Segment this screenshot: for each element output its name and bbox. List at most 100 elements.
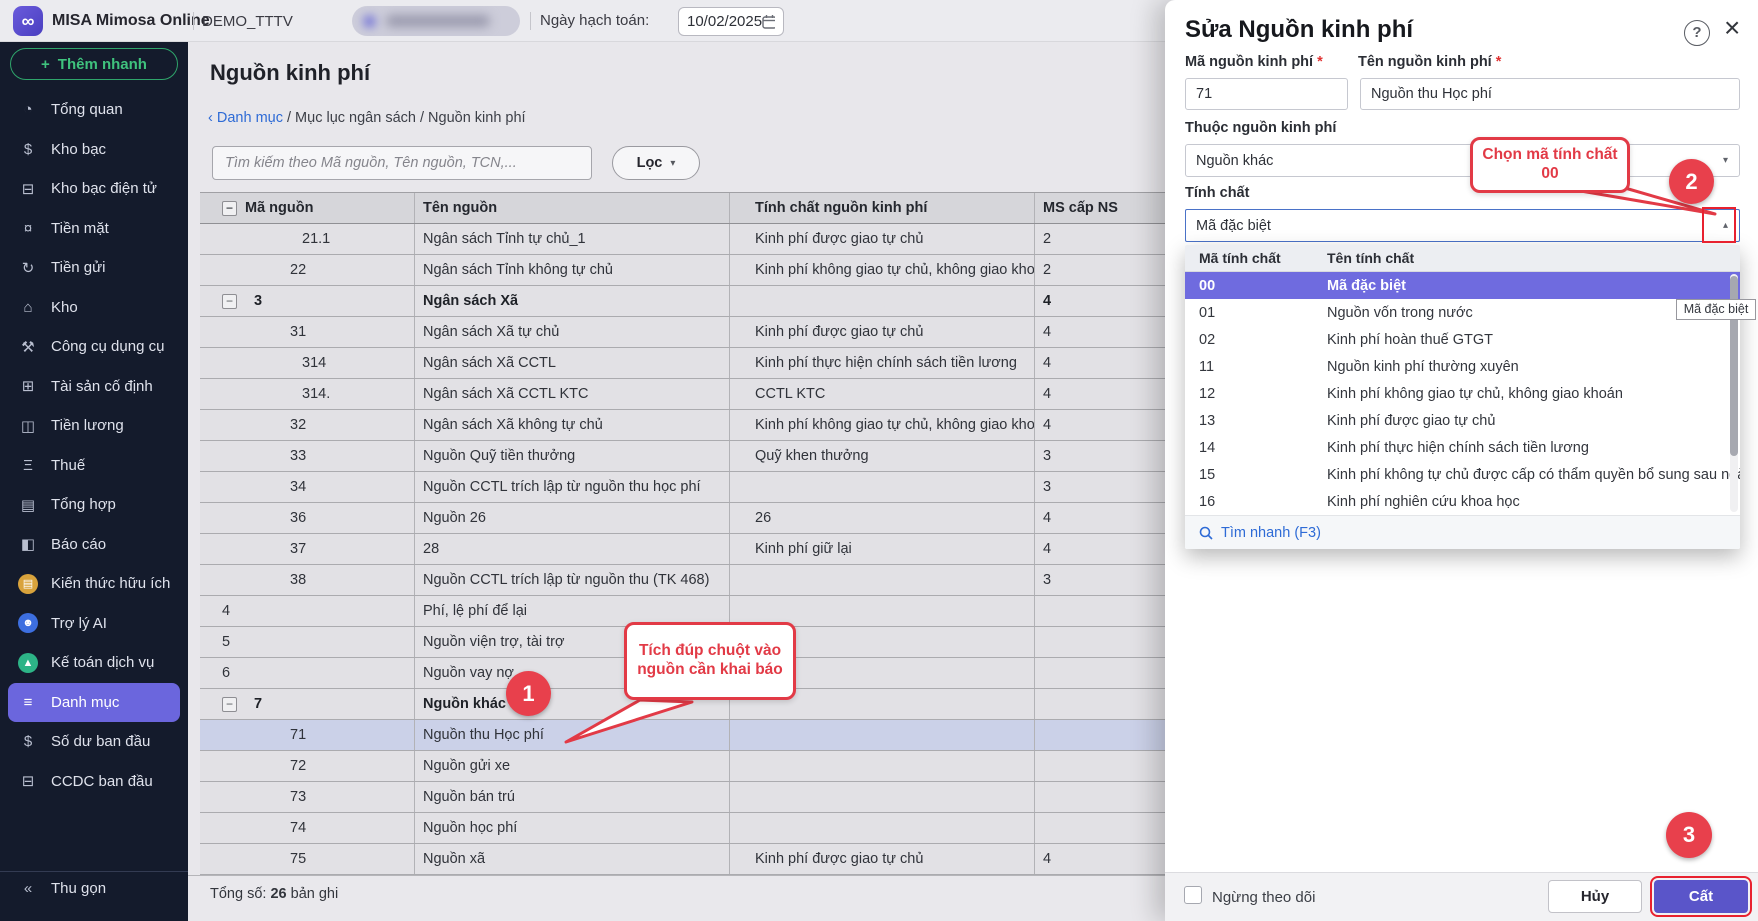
name-field[interactable] — [1360, 78, 1740, 110]
filter-button[interactable]: Lọc ▾ — [612, 146, 700, 180]
sidebar-item[interactable]: ≡ Danh mục — [8, 683, 180, 723]
table-row[interactable]: − 32 Ngân sách Xã không tự chủ Kinh phí … — [200, 410, 1260, 441]
dropdown-option[interactable]: 14 Kinh phí thực hiện chính sách tiền lư… — [1185, 434, 1740, 461]
dropdown-option[interactable]: 00 Mã đặc biệt — [1185, 272, 1740, 299]
collapse-row-icon[interactable]: − — [222, 294, 237, 309]
source-name: Ngân sách Xã tự chủ — [423, 324, 559, 340]
table-row[interactable]: − 38 Nguồn CCTL trích lập từ nguồn thu (… — [200, 565, 1260, 596]
option-name: Kinh phí không tự chủ được cấp có thẩm q… — [1327, 467, 1740, 483]
column-header: Tính chất nguồn kinh phí — [730, 193, 1035, 223]
dropdown-option[interactable]: 16 Kinh phí nghiên cứu khoa học — [1185, 488, 1740, 515]
table-row[interactable]: − 75 Nguồn xã Kinh phí được giao tự chủ … — [200, 844, 1260, 875]
option-name: Kinh phí nghiên cứu khoa học — [1327, 494, 1740, 510]
dropdown-option[interactable]: 01 Nguồn vốn trong nước — [1185, 299, 1740, 326]
dropdown-option[interactable]: 11 Nguồn kinh phí thường xuyên — [1185, 353, 1740, 380]
dropdown-option[interactable]: 12 Kinh phí không giao tự chủ, không gia… — [1185, 380, 1740, 407]
table-row[interactable]: − 33 Nguồn Quỹ tiền thưởng Quỹ khen thưở… — [200, 441, 1260, 472]
table-row[interactable]: − 314. Ngân sách Xã CCTL KTC CCTL KTC 4 — [200, 379, 1260, 410]
sidebar-item[interactable]: ↻ Tiền gửi — [0, 248, 188, 288]
step3-badge: 3 — [1666, 812, 1712, 858]
back-chevron-icon: ‹ — [208, 110, 213, 126]
sidebar-item[interactable]: ⌂ Kho — [0, 288, 188, 328]
source-name: Nguồn xã — [423, 851, 485, 867]
table-row[interactable]: − 37 28 Kinh phí giữ lại 4 — [200, 534, 1260, 565]
sidebar-item-icon: $ — [18, 141, 38, 158]
table-row[interactable]: − 314 Ngân sách Xã CCTL Kinh phí thực hi… — [200, 348, 1260, 379]
sidebar-item[interactable]: ◧ Báo cáo — [0, 525, 188, 565]
table-row[interactable]: − 36 Nguồn 26 26 4 — [200, 503, 1260, 534]
sidebar-item-icon: ⌂ — [18, 299, 38, 316]
tenant-name: DEMO_TTTV — [202, 13, 293, 30]
help-icon[interactable]: ? — [1684, 20, 1710, 46]
step1-badge: 1 — [506, 671, 551, 716]
code-cell: − 71 — [200, 720, 415, 750]
sidebar-item[interactable]: ▤ Kiến thức hữu ích — [0, 564, 188, 604]
source-name: Nguồn thu Học phí — [423, 727, 544, 743]
sidebar-item[interactable]: ⊟ Kho bạc điện tử — [0, 169, 188, 209]
stop-tracking-checkbox[interactable] — [1184, 886, 1202, 904]
dropdown-option[interactable]: 15 Kinh phí không tự chủ được cấp có thẩ… — [1185, 461, 1740, 488]
option-code: 00 — [1185, 278, 1327, 294]
sidebar-item[interactable]: $ Số dư ban đầu — [0, 722, 188, 762]
save-button[interactable]: Cất — [1654, 880, 1748, 913]
nature-cell: CCTL KTC — [730, 379, 1035, 409]
sidebar-item[interactable]: ⚒ Công cụ dụng cụ — [0, 327, 188, 367]
source-code: 74 — [290, 820, 306, 836]
table-row[interactable]: − 21.1 Ngân sách Tỉnh tự chủ_1 Kinh phí … — [200, 224, 1260, 255]
source-name: Nguồn viện trợ, tài trợ — [423, 634, 565, 650]
plus-icon: + — [41, 56, 50, 73]
sidebar-item-icon: ⚒ — [18, 338, 38, 356]
sidebar-collapse-button[interactable]: « Thu gọn — [18, 880, 106, 897]
callout-tail — [550, 696, 700, 746]
total-count: 26 — [270, 886, 286, 902]
code-cell: − 21.1 — [200, 224, 415, 254]
code-cell: − 31 — [200, 317, 415, 347]
sidebar-item[interactable]: ◔ Tổng quan — [0, 90, 188, 130]
sidebar-item[interactable]: ▲ Kế toán dịch vụ — [0, 643, 188, 683]
code-cell: − 33 — [200, 441, 415, 471]
parent-source-select[interactable]: Nguồn khác ▾ — [1185, 144, 1740, 177]
sidebar-item[interactable]: ☻ Trợ lý AI — [0, 604, 188, 644]
close-icon[interactable]: × — [1724, 12, 1740, 44]
table-row[interactable]: − 72 Nguồn gửi xe — [200, 751, 1260, 782]
table-row[interactable]: − 74 Nguồn học phí — [200, 813, 1260, 844]
table-row[interactable]: − 71 Nguồn thu Học phí — [200, 720, 1260, 751]
collapse-row-icon[interactable]: − — [222, 697, 237, 712]
sidebar-item[interactable]: ¤ Tiền mặt — [0, 209, 188, 249]
breadcrumb-path: / Mục lục ngân sách / Nguồn kinh phí — [283, 110, 526, 126]
code-field-label: Mã nguồn kinh phí * — [1185, 54, 1323, 70]
source-code: 72 — [290, 758, 306, 774]
code-field[interactable] — [1185, 78, 1348, 110]
table-row[interactable]: − 34 Nguồn CCTL trích lập từ nguồn thu h… — [200, 472, 1260, 503]
table-row[interactable]: − 31 Ngân sách Xã tự chủ Kinh phí được g… — [200, 317, 1260, 348]
sidebar-item[interactable]: ⊟ CCDC ban đầu — [0, 762, 188, 802]
sidebar-item[interactable]: ◫ Tiền lương — [0, 406, 188, 446]
source-name: Nguồn CCTL trích lập từ nguồn thu (TK 46… — [423, 572, 709, 588]
sidebar-item[interactable]: $ Kho bạc — [0, 130, 188, 170]
sidebar-item[interactable]: ⊞ Tài sản cố định — [0, 367, 188, 407]
calendar-icon — [762, 14, 775, 29]
dropdown-option[interactable]: 02 Kinh phí hoàn thuế GTGT — [1185, 326, 1740, 353]
table-row[interactable]: − 22 Ngân sách Tỉnh không tự chủ Kinh ph… — [200, 255, 1260, 286]
sidebar-item-label: Kế toán dịch vụ — [51, 654, 154, 671]
quick-search-button[interactable]: Tìm nhanh (F3) — [1185, 515, 1740, 549]
option-code: 11 — [1185, 359, 1327, 375]
breadcrumb-back-link[interactable]: ‹ Danh mục — [208, 110, 283, 126]
quick-add-button[interactable]: + Thêm nhanh — [10, 48, 178, 80]
table-row[interactable]: − 73 Nguồn bán trú — [200, 782, 1260, 813]
option-tooltip: Mã đặc biệt — [1676, 299, 1756, 320]
cancel-button[interactable]: Hủy — [1548, 880, 1642, 913]
sidebar-item[interactable]: ▤ Tổng hợp — [0, 485, 188, 525]
app-window: ∞ MISA Mimosa Online DEMO_TTTV Ngày hạch… — [0, 0, 1758, 921]
nature-value: Mã đặc biệt — [1196, 218, 1271, 234]
posting-date-input[interactable]: 10/02/2025 — [678, 7, 784, 36]
code-cell: − 6 — [200, 658, 415, 688]
option-code: 12 — [1185, 386, 1327, 402]
dropdown-option[interactable]: 13 Kinh phí được giao tự chủ — [1185, 407, 1740, 434]
source-code: 3 — [254, 293, 262, 309]
select-all-checkbox[interactable]: − — [222, 201, 237, 216]
dropdown-header: Mã tính chất Tên tính chất — [1185, 245, 1740, 272]
search-input[interactable] — [212, 146, 592, 180]
sidebar-item[interactable]: Ξ Thuế — [0, 446, 188, 486]
table-row[interactable]: − 3 Ngân sách Xã 4 — [200, 286, 1260, 317]
